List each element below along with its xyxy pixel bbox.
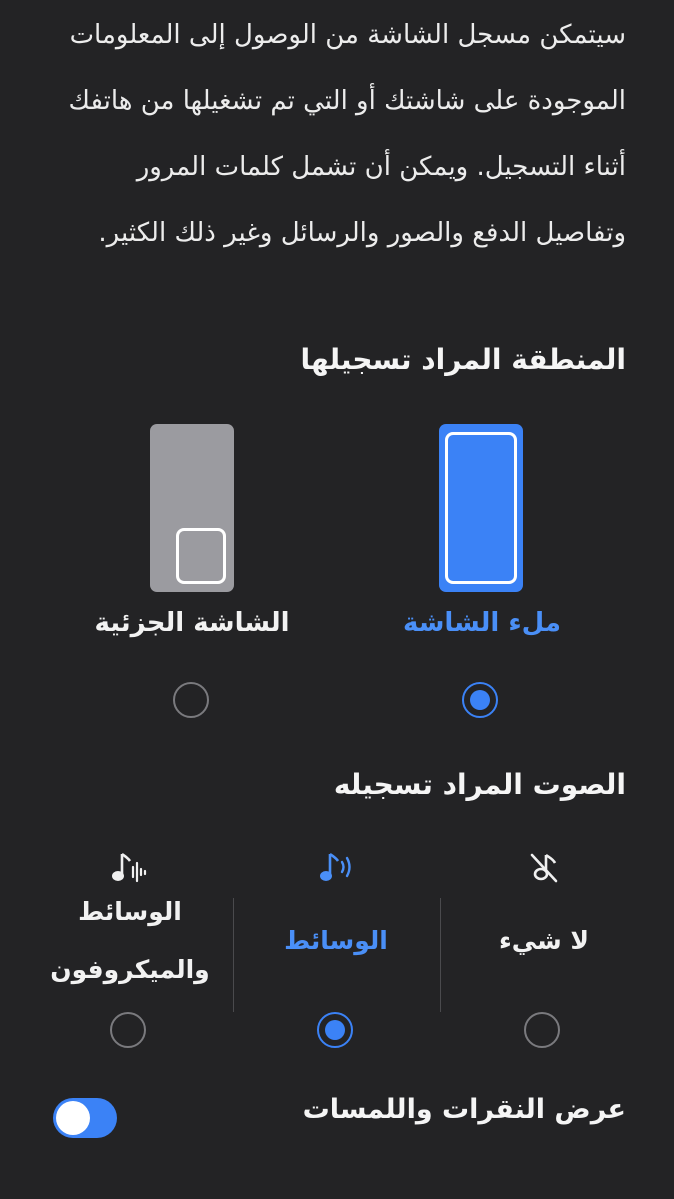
sound-none-radio[interactable] (524, 1012, 560, 1048)
full-screen-label[interactable]: ملء الشاشة (362, 608, 602, 638)
area-section-heading: المنطقة المراد تسجيلها (300, 343, 626, 376)
partial-screen-label[interactable]: الشاشة الجزئية (72, 608, 312, 638)
partial-screen-frame (176, 528, 226, 584)
show-touches-toggle[interactable] (53, 1098, 117, 1138)
option-divider (440, 898, 441, 1012)
full-screen-frame (445, 432, 517, 584)
recording-warning-text: سيتمكن مسجل الشاشة من الوصول إلى المعلوم… (68, 20, 626, 248)
sound-media-mic-label[interactable]: الوسائط والميكروفون (26, 883, 234, 999)
partial-screen-preview-icon[interactable] (150, 424, 234, 592)
toggle-knob (56, 1101, 90, 1135)
sound-media-label[interactable]: الوسائط (238, 912, 434, 970)
media-sound-icon (320, 852, 351, 881)
media-mic-icon (112, 852, 147, 883)
sound-media-radio[interactable] (317, 1012, 353, 1048)
sound-section-heading: الصوت المراد تسجيله (333, 768, 626, 801)
mute-note-icon (530, 853, 558, 883)
show-touches-label: عرض النقرات واللمسات (302, 1094, 626, 1125)
sound-media-mic-radio[interactable] (110, 1012, 146, 1048)
full-screen-preview-icon[interactable] (439, 424, 523, 592)
full-screen-radio[interactable] (462, 682, 498, 718)
partial-screen-radio[interactable] (173, 682, 209, 718)
sound-none-label[interactable]: لا شيء (446, 912, 642, 970)
